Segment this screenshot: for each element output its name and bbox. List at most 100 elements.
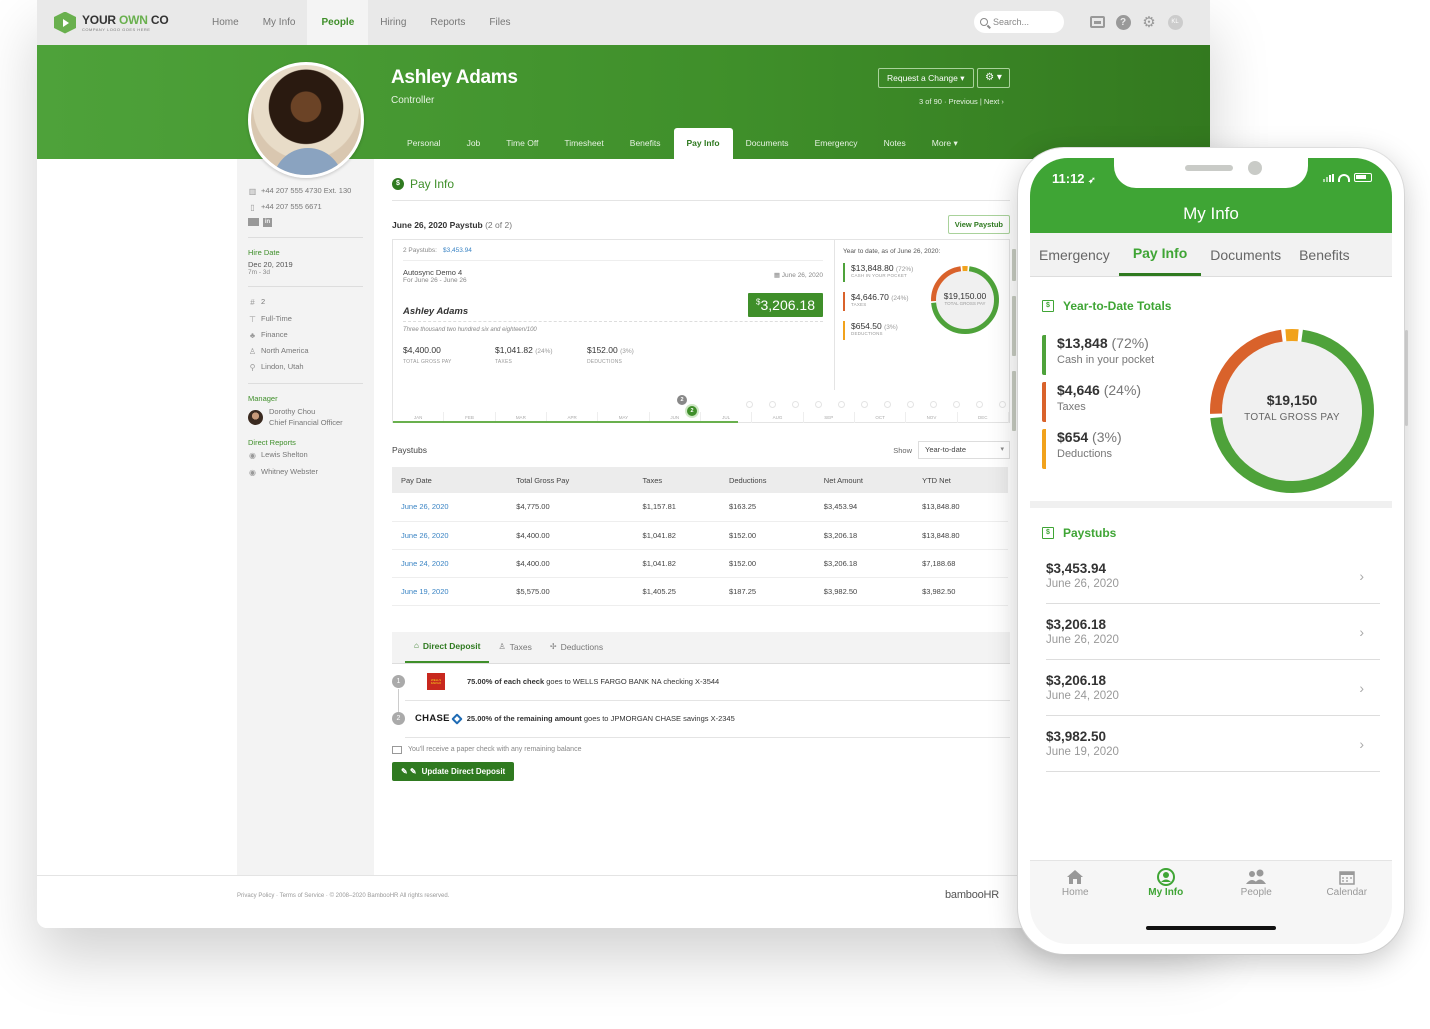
employee-pager[interactable]: 3 of 90 · Previous | Next ›: [919, 97, 1004, 106]
bottom-nav-people[interactable]: People: [1216, 868, 1296, 898]
timeline-month-sep[interactable]: SEP: [804, 412, 855, 423]
mobile-tab-pay-info[interactable]: Pay Info: [1118, 233, 1202, 276]
manager-title: Chief Financial Officer: [269, 417, 343, 427]
show-label: Show: [893, 445, 912, 455]
column-header-net-amount[interactable]: Net Amount: [814, 467, 914, 493]
mobile-screen: 11:12 ➶ My Info Emergency Pay Info Documen…: [1030, 158, 1392, 944]
phone-notch: [1114, 158, 1308, 188]
hire-date: Dec 20, 2019: [248, 260, 293, 270]
nav-link-people[interactable]: People: [307, 0, 369, 45]
mobile-paystub-item[interactable]: $3,982.50 June 19, 2020 ›: [1046, 716, 1380, 772]
mobile-tab-benefits[interactable]: Benefits: [1290, 233, 1359, 276]
tab-deductions[interactable]: ✢ Deductions: [541, 631, 612, 663]
pay-date-link[interactable]: June 24, 2020: [392, 549, 508, 578]
tab-more[interactable]: More ▾: [919, 128, 971, 159]
settings-button[interactable]: ⚙: [1141, 14, 1157, 31]
help-button[interactable]: ?: [1115, 14, 1131, 30]
nav-link-hiring[interactable]: Hiring: [368, 0, 418, 45]
direct-report-item[interactable]: ◉ Whitney Webster: [248, 467, 363, 478]
mobile-paystub-item[interactable]: $3,206.18 June 24, 2020 ›: [1046, 660, 1380, 716]
bottom-nav-home[interactable]: Home: [1035, 868, 1115, 898]
profile-photo[interactable]: [248, 62, 364, 178]
timeline-bubble-current[interactable]: 2: [687, 406, 697, 416]
timeline-empty-slot: [884, 401, 891, 408]
update-direct-deposit-button[interactable]: ✎ ✎ Update Direct Deposit: [392, 761, 515, 781]
deposit-tabs: ⌂ Direct Deposit ♙ Taxes ✢ Deductions: [392, 631, 1010, 664]
timeline-month-nov[interactable]: NOV: [906, 412, 958, 423]
view-paystub-button[interactable]: View Paystub: [947, 215, 1010, 234]
timeline-month-dec[interactable]: DEC: [958, 412, 1009, 423]
timeline-month-oct[interactable]: OCT: [855, 412, 907, 423]
cell-deductions: $163.25: [719, 493, 815, 522]
bottom-nav-label: People: [1240, 887, 1272, 898]
timeline-bubble-previous[interactable]: 2: [677, 395, 687, 405]
tab-pay-info[interactable]: Pay Info: [673, 128, 733, 159]
table-row[interactable]: June 19, 2020 $5,575.00 $1,405.25 $187.25 $3…: [392, 577, 1008, 606]
mobile-phone[interactable]: +44 207 555 6671: [261, 202, 322, 213]
work-phone[interactable]: +44 207 555 4730 Ext. 130: [261, 186, 351, 197]
direct-report-item[interactable]: ◉ Lewis Shelton: [248, 450, 363, 461]
column-header-taxes[interactable]: Taxes: [633, 467, 720, 493]
paystubs-total-link[interactable]: $3,453.94: [443, 247, 472, 254]
mobile-paystubs-title: Paystubs: [1063, 526, 1117, 540]
tab-job[interactable]: Job: [454, 128, 494, 159]
table-row[interactable]: June 26, 2020 $4,400.00 $1,041.82 $152.00 $3…: [392, 521, 1008, 550]
tab-documents[interactable]: Documents: [733, 128, 802, 159]
company-logo[interactable]: YOUR OWN CO COMPANY LOGO GOES HERE: [54, 11, 182, 34]
mobile-paystub-item[interactable]: $3,206.18 June 26, 2020 ›: [1046, 604, 1380, 660]
mobile-tab-documents[interactable]: Documents: [1201, 233, 1290, 276]
cell-ytd-net: $13,848.80: [913, 493, 1008, 522]
mobile-ytd-label: Taxes: [1057, 401, 1086, 413]
nav-link-files[interactable]: Files: [477, 0, 522, 45]
mobile-tab-emergency[interactable]: Emergency: [1030, 233, 1119, 276]
tab-time-off[interactable]: Time Off: [493, 128, 551, 159]
manager-card[interactable]: Dorothy Chou Chief Financial Officer: [248, 407, 363, 428]
tab-personal[interactable]: Personal: [394, 128, 454, 159]
profile-header: Ashley Adams Controller Request a Change…: [37, 45, 1210, 178]
pay-date-link[interactable]: June 26, 2020: [392, 521, 508, 550]
nav-link-my-info[interactable]: My Info: [251, 0, 308, 45]
user-menu-button[interactable]: KL: [1167, 14, 1183, 30]
pay-date-link[interactable]: June 26, 2020: [392, 493, 508, 522]
column-header-pay-date[interactable]: Pay Date: [392, 467, 508, 493]
linkedin-icon[interactable]: in: [263, 218, 272, 228]
table-row[interactable]: June 26, 2020 $4,775.00 $1,157.81 $163.25 $3…: [392, 493, 1008, 522]
column-header-deductions[interactable]: Deductions: [719, 467, 815, 493]
tab-direct-deposit[interactable]: ⌂ Direct Deposit: [405, 631, 490, 663]
mobile-paystub-amount: $3,206.18: [1046, 617, 1107, 632]
search-input[interactable]: Search...: [974, 11, 1064, 33]
employment-status-icon: ⊤: [249, 314, 256, 324]
column-header-total-gross-pay[interactable]: Total Gross Pay: [507, 467, 634, 493]
tab-benefits[interactable]: Benefits: [617, 128, 674, 159]
pay-info-main: $ Pay Info June 26, 2020 Paystub (2 of 2…: [392, 159, 1010, 781]
ytd-caption: Year to date, as of June 26, 2020:: [843, 248, 941, 255]
tab-timesheet[interactable]: Timesheet: [551, 128, 616, 159]
ytd-summary: Year to date, as of June 26, 2020: $13,8…: [834, 240, 1009, 390]
column-header-ytd-net[interactable]: YTD Net: [913, 467, 1008, 493]
bottom-nav-label: My Info: [1148, 887, 1184, 898]
bottom-nav-my-info[interactable]: My Info: [1126, 868, 1206, 898]
mobile-bottom-nav: Home My Info People Calendar: [1030, 860, 1392, 944]
nav-link-reports[interactable]: Reports: [418, 0, 477, 45]
tab-notes[interactable]: Notes: [871, 128, 919, 159]
profile-settings-dropdown[interactable]: ⚙ ▾: [977, 68, 1010, 88]
employee-job-title: Controller: [391, 95, 435, 106]
footer-links[interactable]: Privacy Policy · Terms of Service · © 20…: [237, 893, 449, 899]
email-icon[interactable]: [248, 218, 259, 227]
taxes-icon: ♙: [498, 641, 506, 651]
tab-emergency[interactable]: Emergency: [802, 128, 871, 159]
request-change-button[interactable]: Request a Change ▾: [878, 68, 974, 88]
inbox-button[interactable]: [1089, 14, 1105, 30]
show-period-select[interactable]: Year-to-date: [918, 441, 1010, 459]
scrollbar[interactable]: [1012, 249, 1016, 446]
bottom-nav-calendar[interactable]: Calendar: [1307, 868, 1387, 898]
nav-link-home[interactable]: Home: [200, 0, 251, 45]
pay-date-link[interactable]: June 19, 2020: [392, 577, 508, 606]
mobile-paystub-item[interactable]: $3,453.94 June 26, 2020 ›: [1046, 548, 1380, 604]
mobile-title: My Info: [1183, 204, 1239, 223]
table-row[interactable]: June 24, 2020 $4,400.00 $1,041.82 $152.00 $3…: [392, 549, 1008, 578]
paystub-card: 2 Paystubs: $3,453.94 Autosync Demo 4 For…: [392, 239, 1010, 423]
timeline-month-aug[interactable]: AUG: [752, 412, 804, 423]
tab-taxes[interactable]: ♙ Taxes: [489, 631, 540, 663]
battery-icon: [1354, 173, 1372, 182]
